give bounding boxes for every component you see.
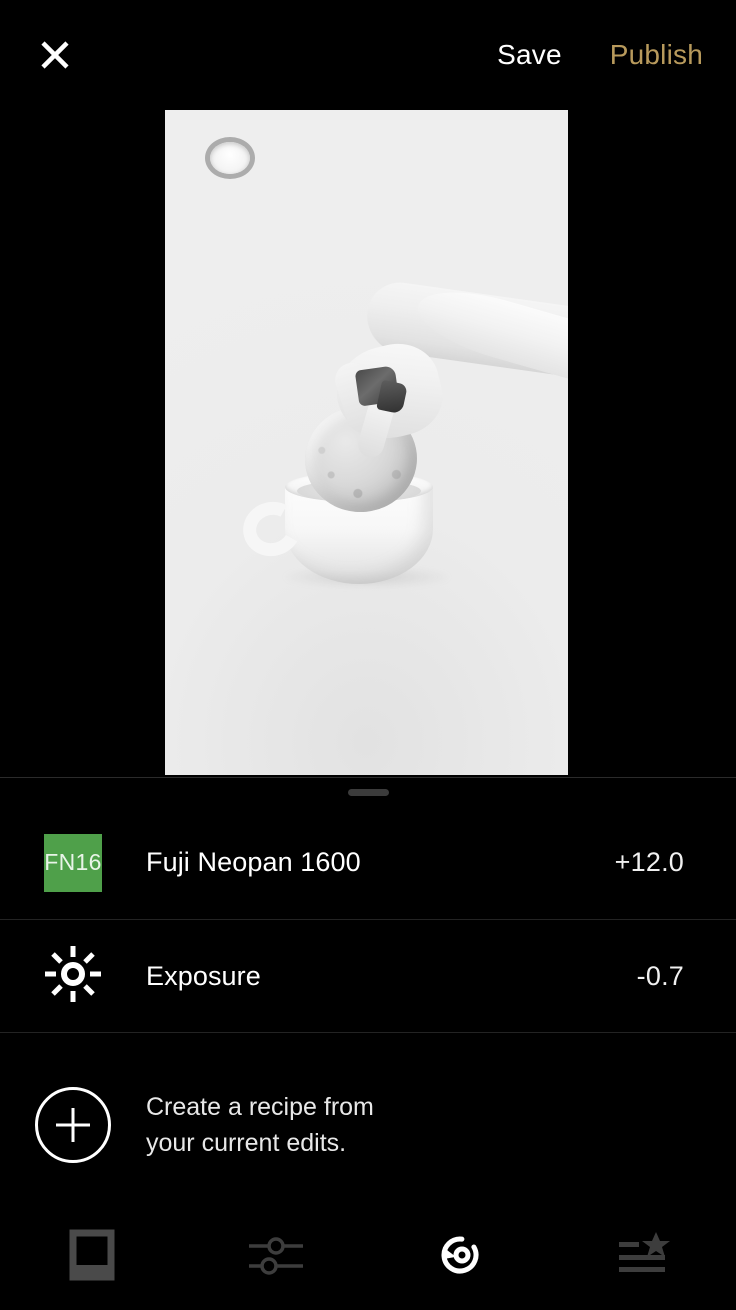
edit-row-value: +12.0 xyxy=(614,847,684,877)
edit-row-exposure[interactable]: Exposure -0.7 xyxy=(0,919,736,1032)
edit-list: FN16 Fuji Neopan 1600 +12.0 Exposure -0.… xyxy=(0,806,736,1032)
crop-frame-icon xyxy=(68,1227,116,1288)
undo-history-icon xyxy=(431,1226,489,1289)
photo-preview[interactable] xyxy=(165,110,568,775)
toolbar-item-adjust[interactable] xyxy=(184,1205,368,1310)
filter-swatch-label: FN16 xyxy=(44,849,102,875)
publish-button[interactable]: Publish xyxy=(586,39,736,71)
create-recipe-line-1: Create a recipe from xyxy=(146,1093,374,1121)
photo-donut-hole xyxy=(210,142,250,174)
top-bar-actions: Save Publish xyxy=(473,0,736,110)
top-bar: Save Publish xyxy=(0,0,736,110)
photo-stage xyxy=(0,110,736,777)
edit-row-filter[interactable]: FN16 Fuji Neopan 1600 +12.0 xyxy=(0,806,736,919)
edit-row-value: -0.7 xyxy=(636,960,684,991)
toolbar-item-history[interactable] xyxy=(368,1205,552,1310)
brightness-icon xyxy=(43,944,103,1009)
list-bottom-divider xyxy=(0,1032,736,1033)
create-recipe-button[interactable]: Create a recipe from your current edits. xyxy=(0,1060,736,1190)
toolbar-item-recipes[interactable] xyxy=(552,1205,736,1310)
panel-drag-handle[interactable] xyxy=(348,789,389,796)
create-recipe-text: Create a recipe from your current edits. xyxy=(146,1089,374,1161)
filter-swatch: FN16 xyxy=(44,833,102,892)
save-button[interactable]: Save xyxy=(473,39,586,71)
photo-editor-screen: Save Publish FN16 Fuji Neopan 1600 +12.0… xyxy=(0,0,736,1310)
bottom-toolbar xyxy=(0,1205,736,1310)
toolbar-item-crop[interactable] xyxy=(0,1205,184,1310)
edit-row-label: Exposure xyxy=(146,960,261,991)
filter-swatch-wrap: FN16 xyxy=(0,833,146,892)
adjust-sliders-icon xyxy=(246,1229,306,1286)
exposure-icon-wrap xyxy=(0,944,146,1009)
create-recipe-icon-wrap xyxy=(0,1087,146,1163)
edit-row-label: Fuji Neopan 1600 xyxy=(146,847,361,877)
recipes-star-icon xyxy=(615,1230,673,1285)
photo-divider xyxy=(0,777,736,778)
plus-circle-icon xyxy=(35,1087,111,1163)
close-button[interactable] xyxy=(28,28,82,82)
close-icon xyxy=(38,38,72,72)
create-recipe-line-2: your current edits. xyxy=(146,1129,347,1157)
